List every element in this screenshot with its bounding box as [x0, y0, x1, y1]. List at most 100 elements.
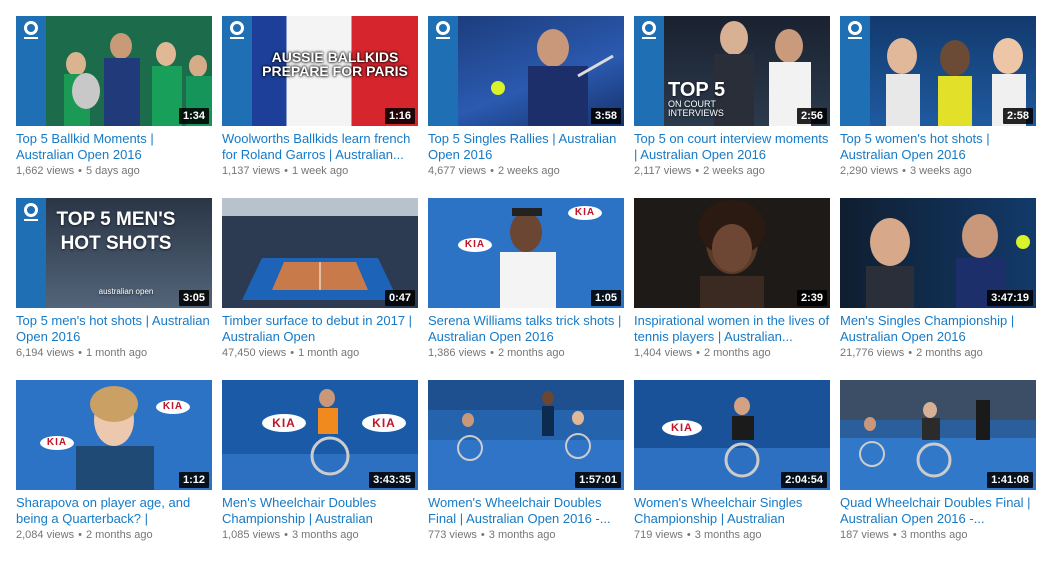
australian-open-logo-bar [428, 16, 458, 126]
video-card[interactable]: 1:34 Top 5 Ballkid Moments | Australian … [16, 16, 212, 192]
upload-age: 3 months ago [488, 529, 556, 541]
video-thumbnail[interactable]: 2:39 [634, 198, 830, 308]
upload-age: 1 month ago [298, 347, 360, 359]
video-title-link[interactable]: Women's Wheelchair Singles Championship … [634, 495, 830, 527]
video-duration: 0:47 [384, 290, 415, 306]
video-card[interactable]: KIA KIA 3:43:35 Men's Wheelchair Doubles… [222, 380, 418, 556]
meta-separator: • [284, 529, 288, 541]
upload-age: 3 weeks ago [909, 165, 972, 177]
meta-separator: • [695, 165, 700, 177]
video-duration: 1:12 [178, 472, 209, 488]
video-thumbnail[interactable]: KIA KIA 1:12 [16, 380, 212, 490]
video-title-link[interactable]: Top 5 Ballkid Moments | Australian Open … [16, 131, 212, 163]
australian-open-logo-bar [634, 16, 664, 126]
video-meta: 2,084 views • 2 months ago [16, 528, 212, 542]
upload-age: 2 months ago [85, 529, 153, 541]
video-meta: 719 views • 3 months ago [634, 528, 830, 542]
video-meta: 1,386 views • 2 months ago [428, 346, 624, 360]
meta-separator: • [78, 347, 82, 359]
video-duration: 1:57:01 [575, 472, 621, 488]
meta-separator: • [78, 529, 82, 541]
video-thumbnail[interactable]: KIA 2:04:54 [634, 380, 830, 490]
thumbnail-overlay-subtext: ON COURT INTERVIEWS [668, 99, 724, 118]
video-meta: 1,404 views • 2 months ago [634, 346, 830, 360]
view-count: 6,194 views [16, 347, 75, 359]
video-title-link[interactable]: Women's Wheelchair Doubles Final | Austr… [428, 495, 624, 527]
video-duration: 3:47:19 [987, 290, 1033, 306]
view-count: 21,776 views [840, 347, 905, 359]
video-card[interactable]: 2:58 Top 5 women's hot shots | Australia… [840, 16, 1036, 192]
video-thumbnail[interactable]: 0:47 [222, 198, 418, 308]
video-duration: 2:04:54 [781, 472, 827, 488]
video-thumbnail[interactable]: TOP 5 ON COURT INTERVIEWS 2:56 [634, 16, 830, 126]
video-card[interactable]: 3:47:19 Men's Singles Championship | Aus… [840, 198, 1036, 374]
upload-age: 3 months ago [291, 529, 359, 541]
video-title-link[interactable]: Men's Singles Championship | Australian … [840, 313, 1036, 345]
video-card[interactable]: 1:57:01 Women's Wheelchair Doubles Final… [428, 380, 624, 556]
view-count: 1,662 views [16, 165, 75, 177]
upload-age: 1 month ago [85, 347, 148, 359]
video-thumbnail[interactable]: 3:47:19 [840, 198, 1036, 308]
video-title-link[interactable]: Top 5 men's hot shots | Australian Open … [16, 313, 212, 345]
meta-separator: • [480, 529, 485, 541]
video-thumbnail[interactable]: KIA KIA 1:05 [428, 198, 624, 308]
australian-open-logo-bar [222, 16, 252, 126]
video-card[interactable]: TOP 5 ON COURT INTERVIEWS 2:56 Top 5 on … [634, 16, 830, 192]
video-duration: 1:05 [590, 290, 621, 306]
video-card[interactable]: KIA 2:04:54 Women's Wheelchair Singles C… [634, 380, 830, 556]
video-title-link[interactable]: Quad Wheelchair Doubles Final | Australi… [840, 495, 1036, 527]
video-duration: 3:43:35 [369, 472, 415, 488]
video-title-link[interactable]: Woolworths Ballkids learn french for Rol… [222, 131, 418, 163]
video-row: 1:34 Top 5 Ballkid Moments | Australian … [16, 16, 1046, 198]
australian-open-logo-bar [840, 16, 870, 126]
upload-age: 3 months ago [694, 529, 762, 541]
upload-age: 2 months ago [703, 347, 771, 359]
video-title-link[interactable]: Serena Williams talks trick shots | Aust… [428, 313, 624, 345]
view-count: 1,404 views [634, 347, 693, 359]
australian-open-logo-icon [642, 21, 656, 39]
video-title-link[interactable]: Inspirational women in the lives of tenn… [634, 313, 830, 345]
video-card[interactable]: 0:47 Timber surface to debut in 2017 | A… [222, 198, 418, 374]
video-thumbnail[interactable]: 2:58 [840, 16, 1036, 126]
video-card[interactable]: 1:41:08 Quad Wheelchair Doubles Final | … [840, 380, 1036, 556]
video-row: KIA KIA 1:12 Sharapova on player age, an… [16, 380, 1046, 562]
meta-separator: • [908, 347, 913, 359]
video-duration: 3:58 [590, 108, 621, 124]
video-card[interactable]: 3:58 Top 5 Singles Rallies | Australian … [428, 16, 624, 192]
video-thumbnail[interactable]: AUSSIE BALLKIDS PREPARE FOR PARIS 1:16 [222, 16, 418, 126]
view-count: 2,084 views [16, 529, 75, 541]
video-thumbnail[interactable]: KIA KIA 3:43:35 [222, 380, 418, 490]
video-title-link[interactable]: Top 5 on court interview moments | Austr… [634, 131, 830, 163]
video-meta: 21,776 views • 2 months ago [840, 346, 1036, 360]
video-card[interactable]: 2:39 Inspirational women in the lives of… [634, 198, 830, 374]
video-title-link[interactable]: Top 5 women's hot shots | Australian Ope… [840, 131, 1036, 163]
video-title-link[interactable]: Top 5 Singles Rallies | Australian Open … [428, 131, 624, 163]
thumbnail-overlay-text: AUSSIE BALLKIDS PREPARE FOR PARIS [262, 49, 408, 79]
thumbnail-overlay-text: TOP 5 [668, 79, 726, 101]
meta-separator: • [490, 165, 494, 177]
video-card[interactable]: KIA KIA 1:05 Serena Williams talks trick… [428, 198, 624, 374]
video-card[interactable]: KIA KIA 1:12 Sharapova on player age, an… [16, 380, 212, 556]
video-thumbnail[interactable]: 3:58 [428, 16, 624, 126]
video-thumbnail[interactable]: 1:34 [16, 16, 212, 126]
meta-separator: • [686, 529, 691, 541]
video-title-link[interactable]: Timber surface to debut in 2017 | Austra… [222, 313, 418, 345]
video-thumbnail[interactable]: 1:41:08 [840, 380, 1036, 490]
video-meta: 47,450 views • 1 month ago [222, 346, 418, 360]
view-count: 47,450 views [222, 347, 287, 359]
australian-open-logo-icon [24, 21, 38, 39]
view-count: 4,677 views [428, 165, 487, 177]
upload-age: 2 months ago [916, 347, 983, 359]
view-count: 2,290 views [840, 165, 899, 177]
meta-separator: • [78, 165, 82, 177]
australian-open-logo-icon [848, 21, 862, 39]
video-card[interactable]: AUSSIE BALLKIDS PREPARE FOR PARIS 1:16 W… [222, 16, 418, 192]
video-meta: 2,117 views • 2 weeks ago [634, 164, 830, 178]
meta-separator: • [284, 165, 288, 177]
video-meta: 1,137 views • 1 week ago [222, 164, 418, 178]
video-card[interactable]: TOP 5 MEN'S HOT SHOTS australian open 3:… [16, 198, 212, 374]
video-thumbnail[interactable]: 1:57:01 [428, 380, 624, 490]
video-title-link[interactable]: Sharapova on player age, and being a Qua… [16, 495, 212, 527]
video-title-link[interactable]: Men's Wheelchair Doubles Championship | … [222, 495, 418, 527]
video-thumbnail[interactable]: TOP 5 MEN'S HOT SHOTS australian open 3:… [16, 198, 212, 308]
